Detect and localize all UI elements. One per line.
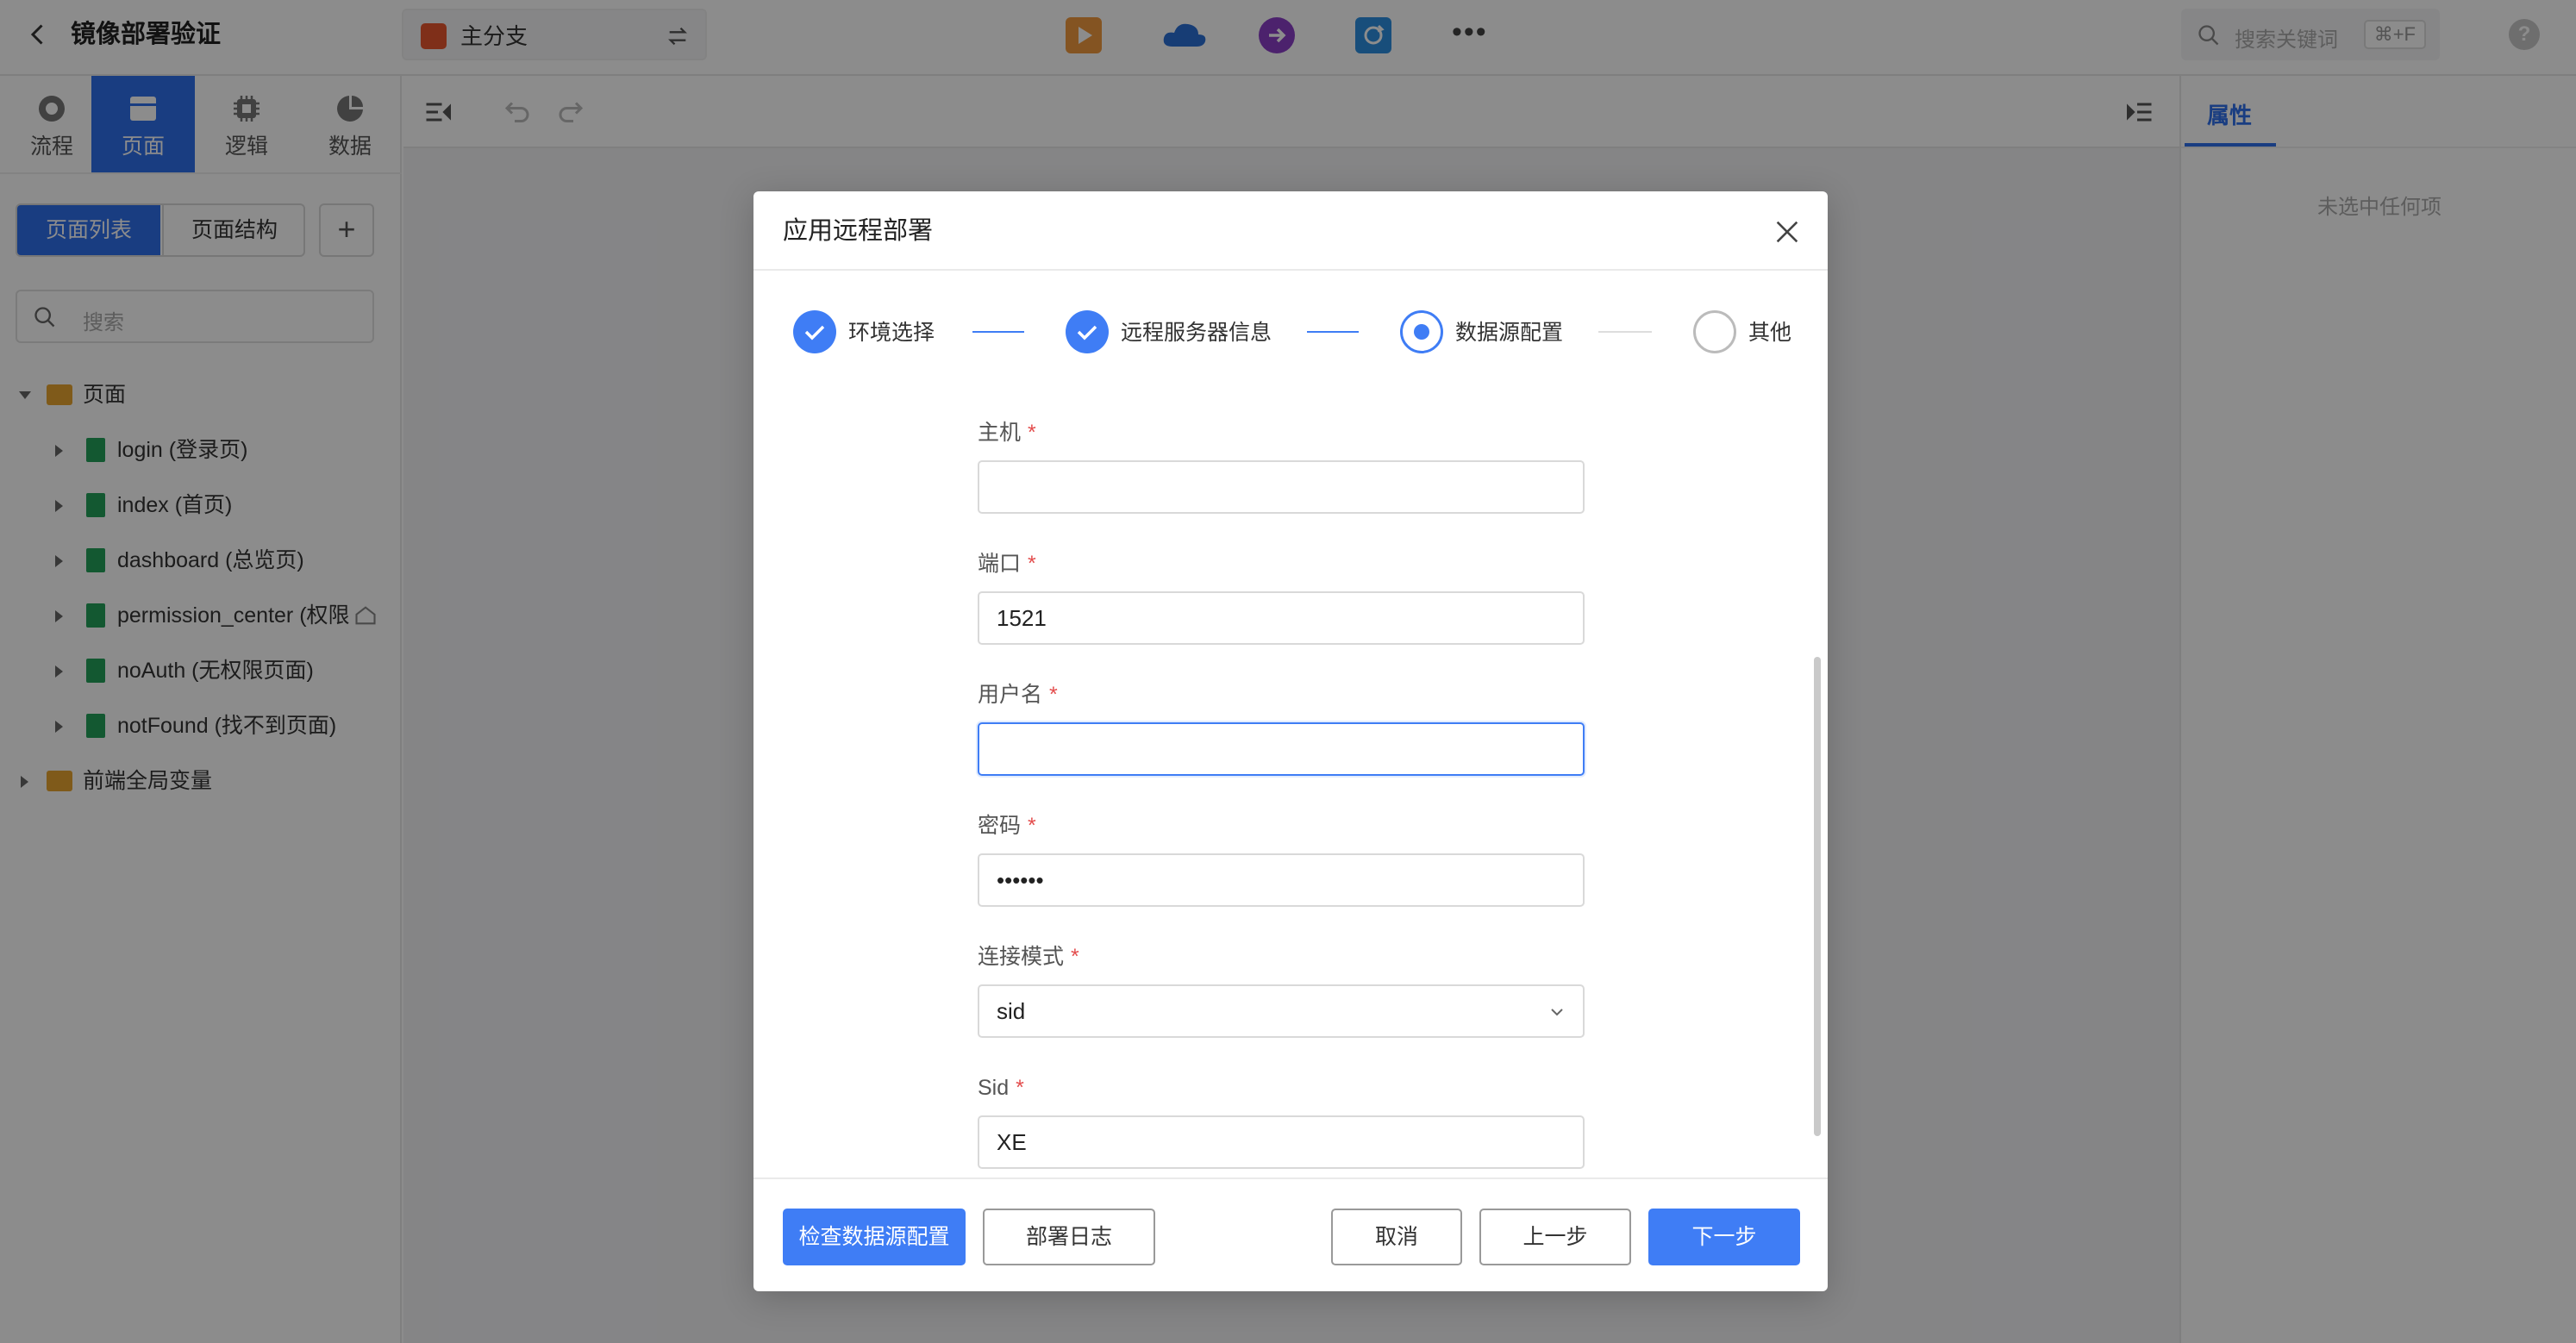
cancel-button[interactable]: 取消 [1331,1209,1462,1265]
sid-label: Sid * [978,1074,1024,1102]
sid-label-text: Sid [978,1076,1010,1100]
required-mark: * [1028,552,1036,576]
username-label-text: 用户名 [978,683,1043,707]
deploy-log-button[interactable]: 部署日志 [983,1209,1155,1265]
step-connector [1307,331,1359,333]
host-label: 主机 * [978,419,1036,447]
required-mark: * [1049,683,1058,707]
remote-deploy-dialog: 应用远程部署 环境选择 远程服务器信息 数据源配置 其他 主机 * 端口 * 1… [753,191,1828,1291]
step-3-active-icon [1400,310,1443,353]
password-label: 密码 * [978,812,1036,840]
check-datasource-button[interactable]: 检查数据源配置 [783,1209,966,1265]
stepper: 环境选择 远程服务器信息 数据源配置 其他 [753,302,1828,362]
step-1-label: 环境选择 [848,321,935,345]
username-label: 用户名 * [978,681,1058,709]
host-label-text: 主机 [978,421,1022,445]
password-label-text: 密码 [978,814,1022,838]
scrollbar[interactable] [1814,657,1821,1136]
next-step-button[interactable]: 下一步 [1648,1209,1800,1265]
connection-mode-value: sid [997,998,1026,1024]
port-label-text: 端口 [978,552,1022,576]
required-mark: * [1028,421,1036,445]
dialog-title: 应用远程部署 [783,217,934,245]
close-icon[interactable] [1773,217,1802,247]
host-input[interactable] [978,460,1585,514]
sid-input[interactable]: XE [978,1115,1585,1169]
step-1-check-icon [793,310,836,353]
username-input[interactable] [978,722,1585,776]
step-4-pending-icon [1693,310,1736,353]
password-input[interactable]: •••••• [978,853,1585,907]
step-4-label: 其他 [1748,321,1792,345]
step-3-label: 数据源配置 [1455,321,1564,345]
previous-step-button[interactable]: 上一步 [1479,1209,1631,1265]
step-2-check-icon [1066,310,1109,353]
dialog-footer: 检查数据源配置 部署日志 取消 上一步 下一步 [753,1177,1828,1291]
step-connector [972,331,1024,333]
connection-mode-label: 连接模式 * [978,943,1079,971]
datasource-form: 主机 * 端口 * 1521 用户名 * 密码 * •••••• 连接模式 * sid S… [753,390,1828,1176]
port-input[interactable]: 1521 [978,591,1585,645]
required-mark: * [1071,945,1079,969]
dialog-header: 应用远程部署 [753,191,1828,271]
step-2-label: 远程服务器信息 [1121,321,1272,345]
chevron-down-icon [1551,1009,1563,1016]
connection-mode-label-text: 连接模式 [978,945,1065,969]
required-mark: * [1028,814,1036,838]
required-mark: * [1016,1076,1024,1100]
app-window: 镜像部署验证 主分支 ••• 搜索关键词 ⌘+F ? 流程 页面 逻辑 数据 页… [0,0,2576,1343]
port-label: 端口 * [978,550,1036,578]
connection-mode-select[interactable]: sid [978,984,1585,1038]
step-connector [1598,331,1652,333]
